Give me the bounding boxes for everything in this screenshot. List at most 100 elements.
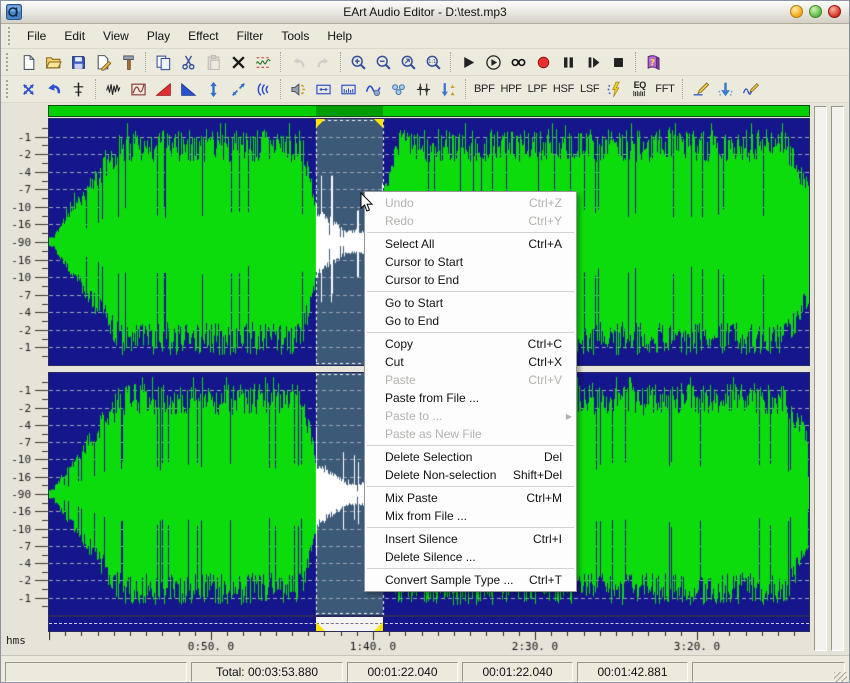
denoise-button[interactable] xyxy=(603,78,626,100)
stretch-button[interactable] xyxy=(227,78,250,100)
app-icon xyxy=(6,4,22,20)
maximize-button[interactable] xyxy=(809,5,822,18)
pause-button[interactable] xyxy=(557,51,580,73)
context-menu-item-go-to-end[interactable]: Go to End xyxy=(365,312,576,330)
save-file-icon xyxy=(70,54,87,71)
context-menu-item-select-all[interactable]: Select AllCtrl+A xyxy=(365,235,576,253)
right-panel-strip xyxy=(831,106,844,651)
menubar-item-edit[interactable]: Edit xyxy=(55,25,94,47)
play-step-button[interactable] xyxy=(582,51,605,73)
noise-reduction-button[interactable] xyxy=(102,78,125,100)
context-menu-item-shortcut: Del xyxy=(544,448,562,466)
play-button[interactable] xyxy=(457,51,480,73)
zoom-out-button[interactable] xyxy=(372,51,395,73)
delete-button[interactable] xyxy=(227,51,250,73)
context-menu-item-delete-silence[interactable]: Delete Silence ... xyxy=(365,548,576,566)
context-menu-item-shortcut: Ctrl+T xyxy=(529,571,562,589)
file-properties-button[interactable] xyxy=(92,51,115,73)
expand-button[interactable] xyxy=(312,78,335,100)
tools-button[interactable] xyxy=(117,51,140,73)
submenu-arrow-icon: ▶ xyxy=(566,408,572,426)
undo-button[interactable] xyxy=(287,51,310,73)
context-menu-item-mix-from-file[interactable]: Mix from File ... xyxy=(365,507,576,525)
selection-start-marker-bottom[interactable] xyxy=(316,622,325,631)
dc-offset-button[interactable] xyxy=(67,78,90,100)
hpf-button[interactable]: HPF xyxy=(499,78,524,100)
redo-button[interactable] xyxy=(312,51,335,73)
help-button[interactable]: ? xyxy=(642,51,665,73)
overview-bar[interactable] xyxy=(49,106,809,116)
insert-silence-button[interactable] xyxy=(714,78,737,100)
title-bar[interactable]: EArt Audio Editor - D:\test.mp3 xyxy=(1,1,849,24)
context-menu-item-cursor-to-end[interactable]: Cursor to End xyxy=(365,271,576,289)
flanger-button[interactable] xyxy=(362,78,385,100)
selection-start-marker-top[interactable] xyxy=(316,119,325,128)
context-menu-item-go-to-start[interactable]: Go to Start xyxy=(365,294,576,312)
stop-button[interactable] xyxy=(607,51,630,73)
context-menu-item-delete-selection[interactable]: Delete SelectionDel xyxy=(365,448,576,466)
context-menu-item-redo[interactable]: RedoCtrl+Y xyxy=(365,212,576,230)
fade-in-button[interactable] xyxy=(152,78,175,100)
context-menu-item-label: Convert Sample Type ... xyxy=(385,571,529,589)
open-file-button[interactable] xyxy=(42,51,65,73)
bpf-button[interactable]: BPF xyxy=(472,78,497,100)
context-menu-item-convert-sample-type[interactable]: Convert Sample Type ...Ctrl+T xyxy=(365,571,576,589)
context-menu-item-paste-as-new-file[interactable]: Paste as New File xyxy=(365,425,576,443)
zoom-in-button[interactable] xyxy=(347,51,370,73)
selection-end-marker-top[interactable] xyxy=(374,119,383,128)
paste-button[interactable] xyxy=(202,51,225,73)
resize-grip[interactable] xyxy=(834,672,847,683)
reverse-button[interactable] xyxy=(42,78,65,100)
zoom-actual-button[interactable]: 1:1 xyxy=(422,51,445,73)
selection-end-marker-bottom[interactable] xyxy=(374,622,383,631)
context-menu-item-undo[interactable]: UndoCtrl+Z xyxy=(365,194,576,212)
fft-button[interactable]: FFT xyxy=(653,78,676,100)
menubar-item-filter[interactable]: Filter xyxy=(228,25,273,47)
menubar-item-tools[interactable]: Tools xyxy=(272,25,318,47)
normalize-button[interactable] xyxy=(437,78,460,100)
zoom-selection-button[interactable] xyxy=(397,51,420,73)
context-menu-item-mix-paste[interactable]: Mix PasteCtrl+M xyxy=(365,489,576,507)
cut-button[interactable] xyxy=(177,51,200,73)
reverb-button[interactable] xyxy=(252,78,275,100)
fade-out-button[interactable] xyxy=(177,78,200,100)
resample-button[interactable] xyxy=(337,78,360,100)
mixer-button[interactable] xyxy=(412,78,435,100)
lsf-button[interactable]: LSF xyxy=(578,78,601,100)
swap-channels-button[interactable] xyxy=(17,78,40,100)
eq-button[interactable]: EQ xyxy=(628,78,651,100)
new-file-button[interactable] xyxy=(17,51,40,73)
draw-wave-button[interactable] xyxy=(689,78,712,100)
window-controls xyxy=(790,5,841,18)
menubar-item-help[interactable]: Help xyxy=(318,25,361,47)
context-menu-item-delete-non-selection[interactable]: Delete Non-selectionShift+Del xyxy=(365,466,576,484)
envelope-button[interactable] xyxy=(127,78,150,100)
record-button[interactable] xyxy=(532,51,555,73)
trim-button[interactable] xyxy=(252,51,275,73)
stop-icon xyxy=(610,54,627,71)
position-bar[interactable] xyxy=(49,617,809,631)
loop-button[interactable] xyxy=(507,51,530,73)
context-menu-item-cursor-to-start[interactable]: Cursor to Start xyxy=(365,253,576,271)
chorus-button[interactable] xyxy=(387,78,410,100)
context-menu-item-paste[interactable]: PasteCtrl+V xyxy=(365,371,576,389)
context-menu-item-copy[interactable]: CopyCtrl+C xyxy=(365,335,576,353)
context-menu-item-paste-to[interactable]: Paste to ...▶ xyxy=(365,407,576,425)
context-menu-item-paste-from-file[interactable]: Paste from File ... xyxy=(365,389,576,407)
context-menu-item-insert-silence[interactable]: Insert SilenceCtrl+I xyxy=(365,530,576,548)
hsf-button[interactable]: HSF xyxy=(551,78,576,100)
menubar-item-file[interactable]: File xyxy=(18,25,55,47)
play-all-button[interactable] xyxy=(482,51,505,73)
lpf-button[interactable]: LPF xyxy=(526,78,549,100)
context-menu-item-cut[interactable]: CutCtrl+X xyxy=(365,353,576,371)
amplify-button[interactable] xyxy=(202,78,225,100)
speaker-effect-button[interactable] xyxy=(287,78,310,100)
minimize-button[interactable] xyxy=(790,5,803,18)
save-file-button[interactable] xyxy=(67,51,90,73)
menubar-item-play[interactable]: Play xyxy=(138,25,179,47)
menubar-item-view[interactable]: View xyxy=(94,25,138,47)
copy-button[interactable] xyxy=(152,51,175,73)
close-button[interactable] xyxy=(828,5,841,18)
edit-wave-button[interactable] xyxy=(739,78,762,100)
menubar-item-effect[interactable]: Effect xyxy=(179,25,227,47)
